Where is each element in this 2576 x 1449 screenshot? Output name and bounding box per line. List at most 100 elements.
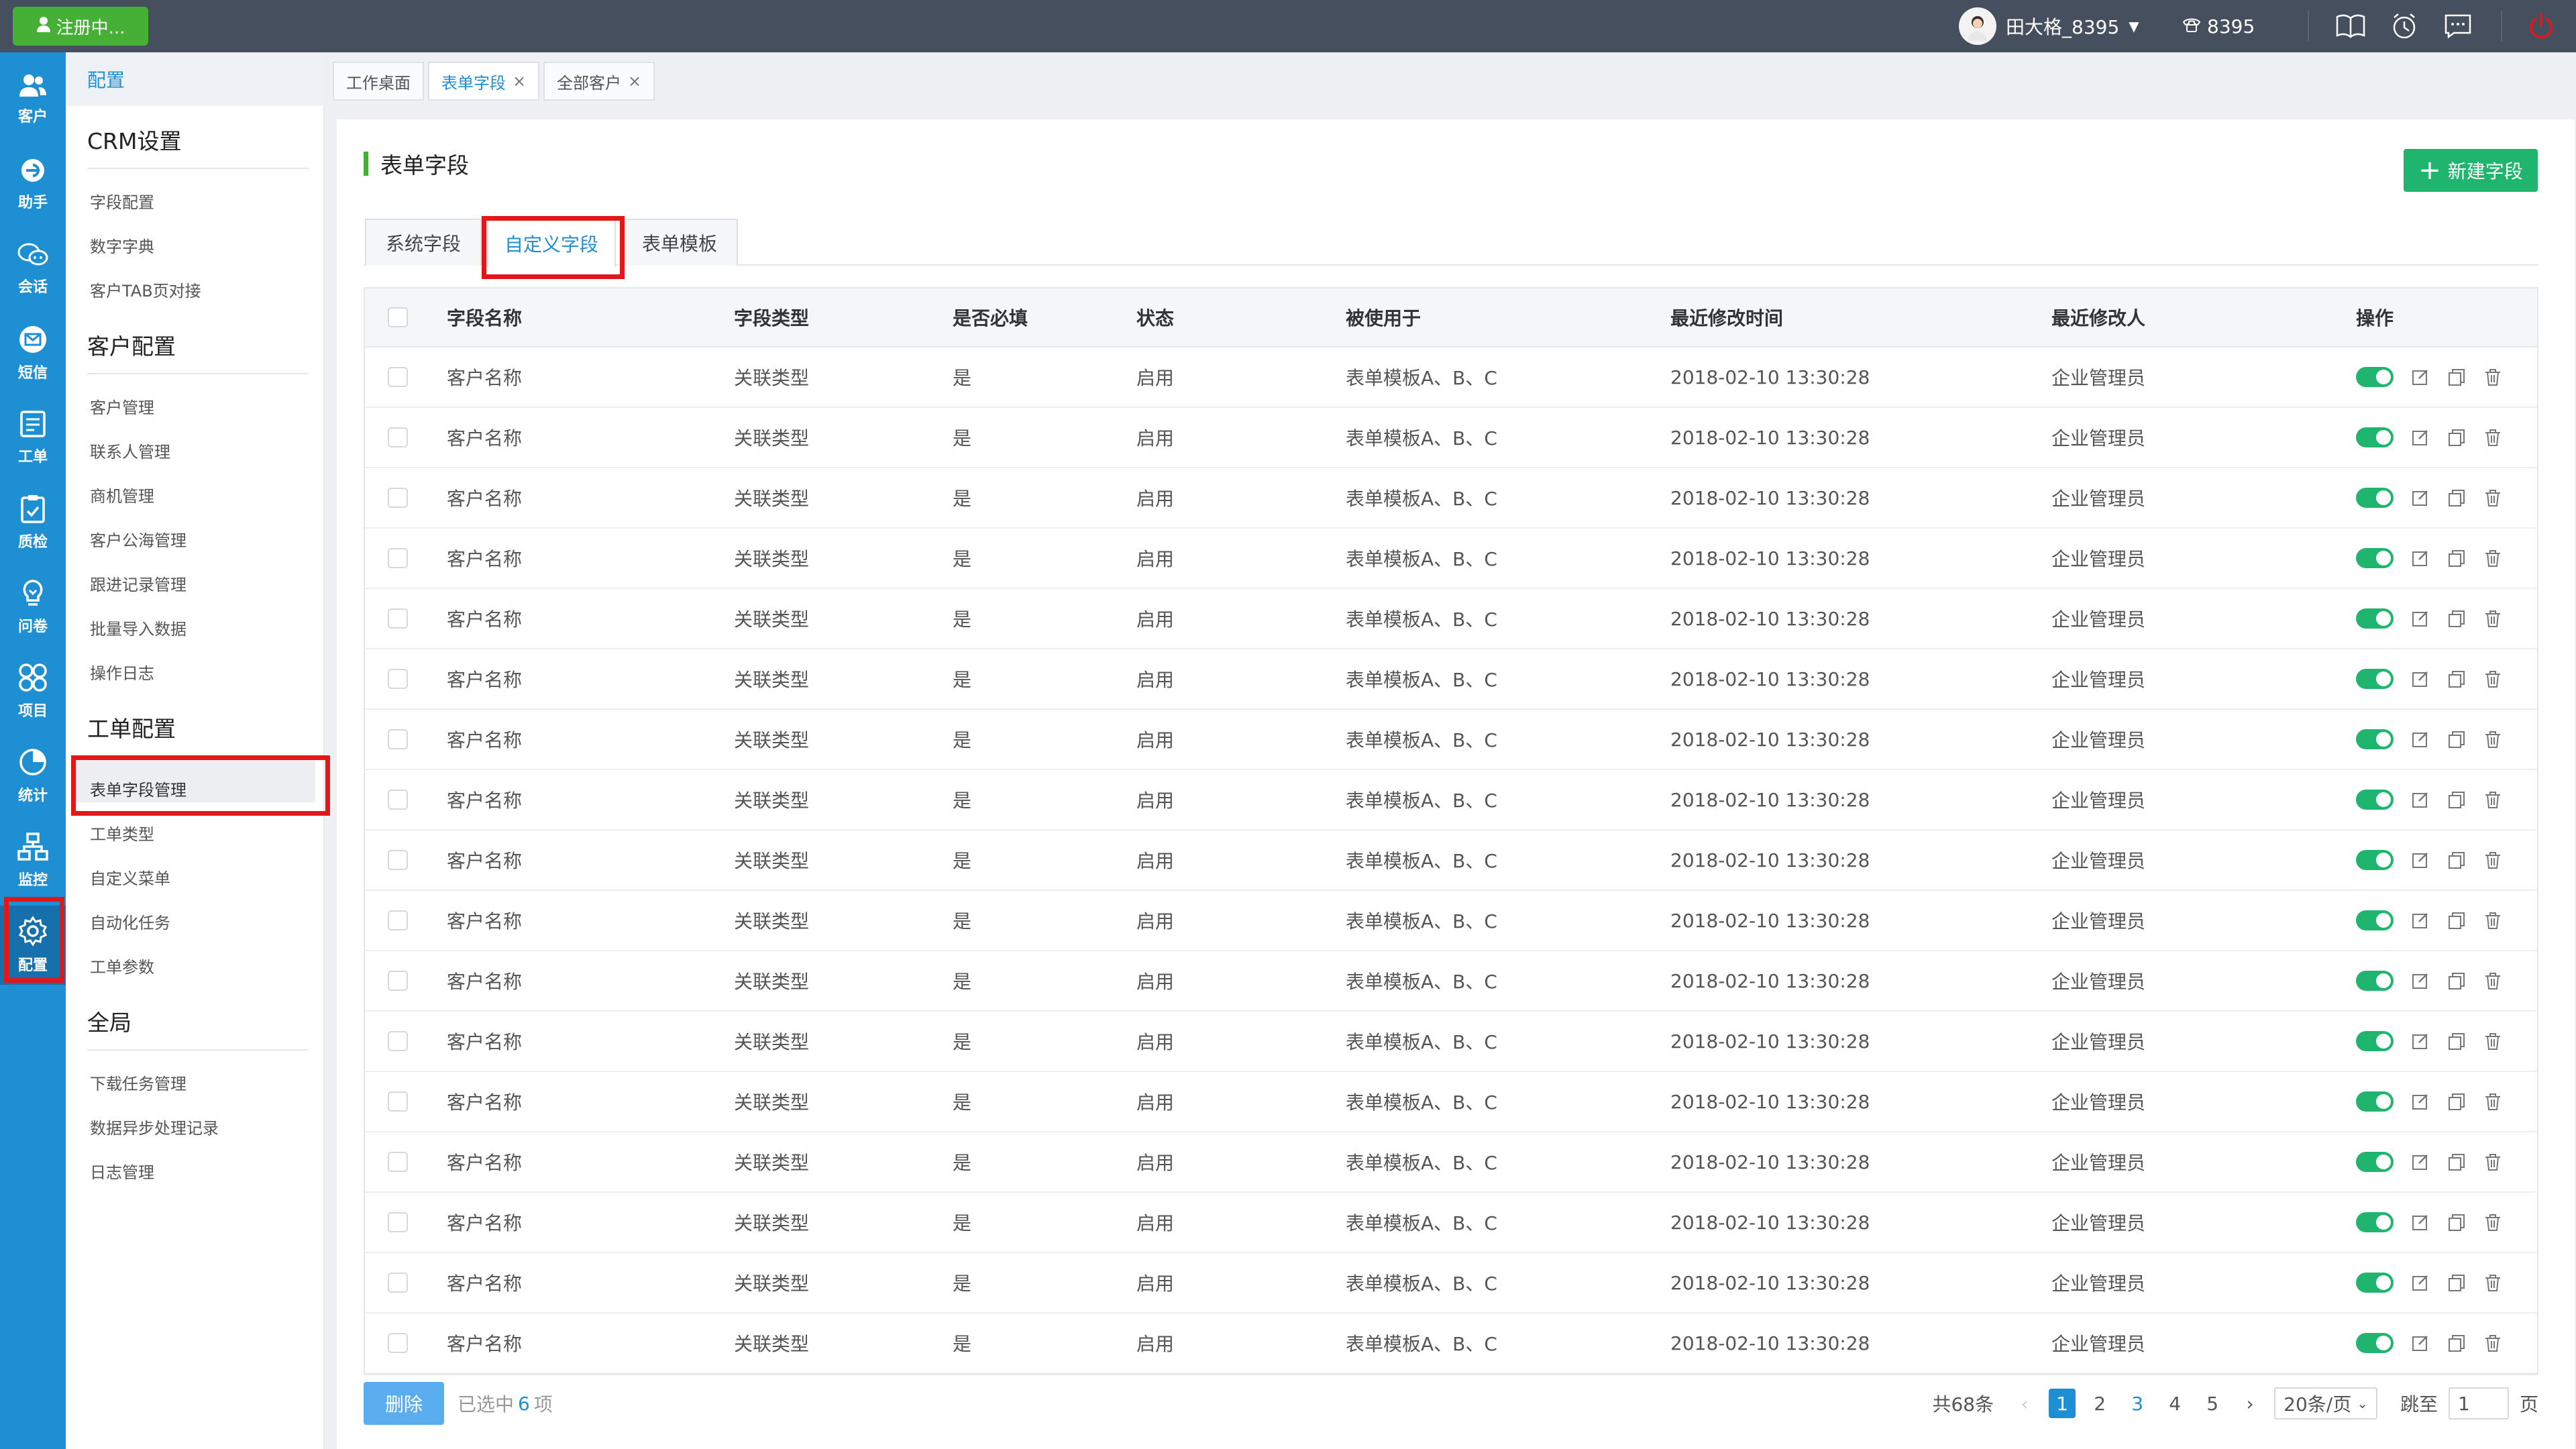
status-toggle[interactable] — [2356, 427, 2394, 447]
copy-icon[interactable] — [2447, 1032, 2466, 1051]
nav-item-monitor[interactable]: 监控 — [0, 821, 66, 900]
delete-icon[interactable] — [2483, 971, 2502, 990]
page-3[interactable]: 3 — [2124, 1389, 2151, 1418]
status-toggle[interactable] — [2356, 669, 2394, 689]
delete-icon[interactable] — [2483, 609, 2502, 628]
delete-icon[interactable] — [2483, 851, 2502, 869]
delete-icon[interactable] — [2483, 368, 2502, 386]
row-checkbox[interactable] — [388, 367, 408, 387]
row-checkbox[interactable] — [388, 850, 408, 870]
delete-button[interactable]: 删除 — [364, 1382, 444, 1425]
edit-icon[interactable] — [2411, 368, 2430, 386]
subnav-item[interactable]: 操作日志 — [90, 660, 154, 684]
status-toggle[interactable] — [2356, 1152, 2394, 1172]
row-checkbox[interactable] — [388, 1212, 408, 1232]
status-toggle[interactable] — [2356, 367, 2394, 387]
copy-icon[interactable] — [2447, 609, 2466, 628]
tab-workdesk[interactable]: 工作桌面 — [333, 62, 424, 101]
status-toggle[interactable] — [2356, 850, 2394, 870]
row-checkbox[interactable] — [388, 1273, 408, 1293]
status-toggle[interactable] — [2356, 910, 2394, 930]
row-checkbox[interactable] — [388, 608, 408, 629]
copy-icon[interactable] — [2447, 1334, 2466, 1352]
edit-icon[interactable] — [2411, 1152, 2430, 1171]
power-icon[interactable] — [2524, 9, 2559, 43]
edit-icon[interactable] — [2411, 1273, 2430, 1292]
nav-item-ticket[interactable]: 工单 — [0, 398, 66, 478]
status-toggle[interactable] — [2356, 971, 2394, 991]
delete-icon[interactable] — [2483, 1273, 2502, 1292]
copy-icon[interactable] — [2447, 911, 2466, 930]
delete-icon[interactable] — [2483, 1032, 2502, 1051]
tab-form-fields[interactable]: 表单字段 × — [428, 62, 540, 101]
copy-icon[interactable] — [2447, 730, 2466, 749]
status-toggle[interactable] — [2356, 548, 2394, 568]
close-icon[interactable]: × — [628, 72, 641, 91]
row-checkbox[interactable] — [388, 910, 408, 930]
copy-icon[interactable] — [2447, 1152, 2466, 1171]
register-status-button[interactable]: 注册中... — [13, 7, 148, 46]
subnav-item[interactable]: 跟进记录管理 — [90, 572, 186, 595]
subnav-item[interactable]: 下载任务管理 — [90, 1071, 186, 1094]
jump-page-input[interactable]: 1 — [2448, 1387, 2509, 1419]
copy-icon[interactable] — [2447, 488, 2466, 507]
row-checkbox[interactable] — [388, 971, 408, 991]
status-toggle[interactable] — [2356, 1212, 2394, 1232]
subnav-item[interactable]: 客户公海管理 — [90, 527, 186, 551]
row-checkbox[interactable] — [388, 729, 408, 749]
row-checkbox[interactable] — [388, 790, 408, 810]
tab-system-fields[interactable]: 系统字段 — [365, 219, 482, 266]
copy-icon[interactable] — [2447, 669, 2466, 688]
delete-icon[interactable] — [2483, 1152, 2502, 1171]
edit-icon[interactable] — [2411, 428, 2430, 447]
edit-icon[interactable] — [2411, 1213, 2430, 1232]
copy-icon[interactable] — [2447, 971, 2466, 990]
nav-item-customer[interactable]: 客户 — [0, 60, 66, 140]
subnav-item[interactable]: 工单参数 — [90, 954, 154, 977]
copy-icon[interactable] — [2447, 428, 2466, 447]
nav-item-sms[interactable]: 短信 — [0, 314, 66, 393]
nav-item-assistant[interactable]: 助手 — [0, 145, 66, 224]
row-checkbox[interactable] — [388, 1091, 408, 1112]
row-checkbox[interactable] — [388, 488, 408, 508]
status-toggle[interactable] — [2356, 1273, 2394, 1293]
row-checkbox[interactable] — [388, 427, 408, 447]
edit-icon[interactable] — [2411, 1334, 2430, 1352]
phone-extension[interactable]: 8395 — [2182, 7, 2255, 46]
nav-item-quality[interactable]: 质检 — [0, 483, 66, 562]
edit-icon[interactable] — [2411, 971, 2430, 990]
row-checkbox[interactable] — [388, 548, 408, 568]
page-size-select[interactable]: 20条/页 ⌄ — [2274, 1387, 2377, 1419]
edit-icon[interactable] — [2411, 1092, 2430, 1111]
row-checkbox[interactable] — [388, 1031, 408, 1051]
page-5[interactable]: 5 — [2199, 1389, 2226, 1418]
delete-icon[interactable] — [2483, 1213, 2502, 1232]
subnav-item[interactable]: 客户管理 — [90, 394, 154, 418]
edit-icon[interactable] — [2411, 911, 2430, 930]
subnav-item[interactable]: 工单类型 — [90, 821, 154, 845]
copy-icon[interactable] — [2447, 368, 2466, 386]
edit-icon[interactable] — [2411, 488, 2430, 507]
status-toggle[interactable] — [2356, 1031, 2394, 1051]
subnav-item[interactable]: 客户TAB页对接 — [90, 278, 201, 301]
nav-item-chat[interactable]: 会话 — [0, 229, 66, 309]
copy-icon[interactable] — [2447, 1273, 2466, 1292]
copy-icon[interactable] — [2447, 1213, 2466, 1232]
subnav-item[interactable]: 数据异步处理记录 — [90, 1115, 219, 1138]
row-checkbox[interactable] — [388, 1152, 408, 1172]
tab-all-customers[interactable]: 全部客户 × — [543, 62, 655, 101]
delete-icon[interactable] — [2483, 488, 2502, 507]
next-page-icon[interactable]: › — [2237, 1389, 2263, 1418]
edit-icon[interactable] — [2411, 1032, 2430, 1051]
prev-page-icon[interactable]: ‹ — [2011, 1389, 2038, 1418]
status-toggle[interactable] — [2356, 488, 2394, 508]
edit-icon[interactable] — [2411, 549, 2430, 568]
copy-icon[interactable] — [2447, 1092, 2466, 1111]
delete-icon[interactable] — [2483, 1334, 2502, 1352]
delete-icon[interactable] — [2483, 790, 2502, 809]
subnav-item[interactable]: 联系人管理 — [90, 439, 170, 462]
status-toggle[interactable] — [2356, 729, 2394, 749]
clock-icon[interactable] — [2387, 9, 2422, 43]
edit-icon[interactable] — [2411, 790, 2430, 809]
edit-icon[interactable] — [2411, 669, 2430, 688]
